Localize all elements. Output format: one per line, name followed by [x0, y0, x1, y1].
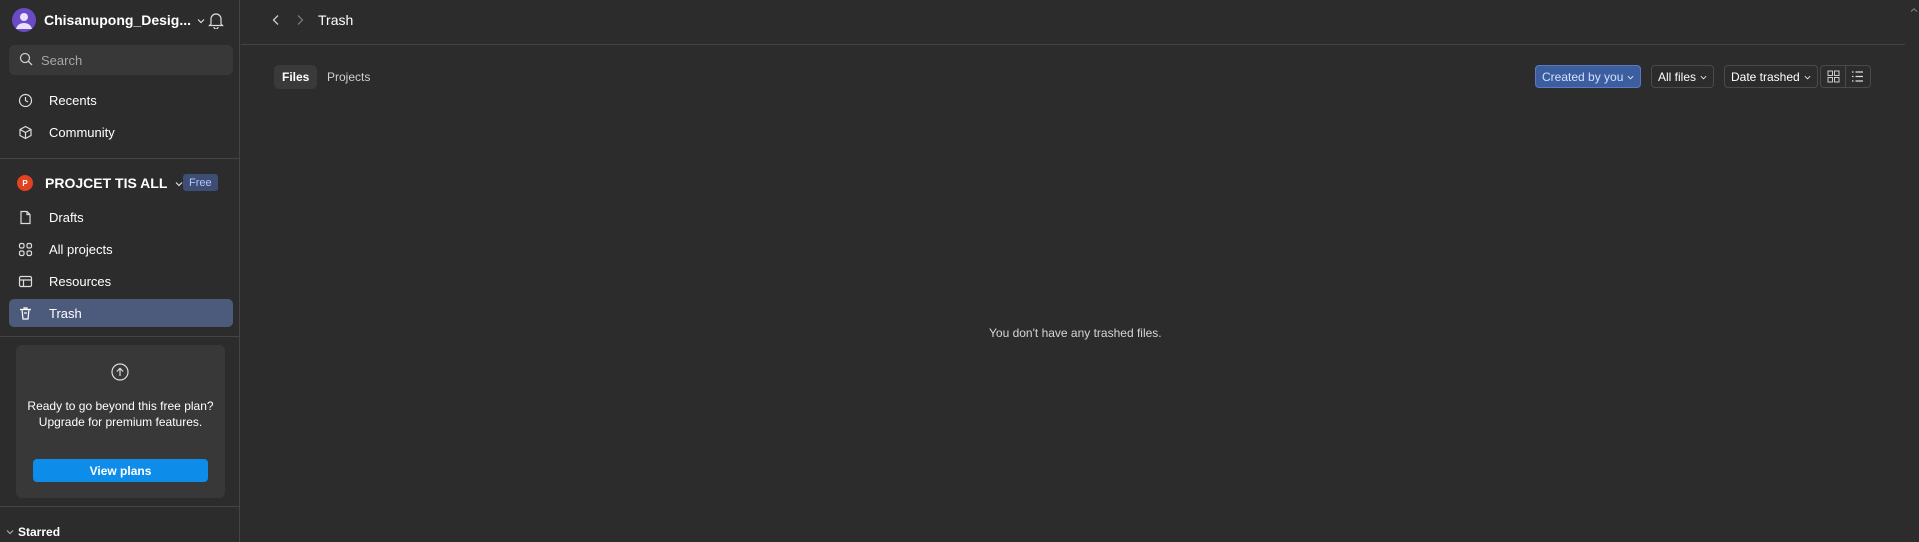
resources-icon [17, 273, 33, 289]
sort-dropdown[interactable]: Date trashed [1724, 65, 1818, 88]
window-corner-caret-icon [1909, 0, 1919, 12]
sidebar-item-label: Resources [49, 273, 112, 289]
file-type-filter-dropdown[interactable]: All files [1651, 65, 1715, 88]
trash-icon [17, 305, 33, 321]
team-name: PROJCET TIS ALL [45, 175, 168, 191]
tab-files[interactable]: Files [274, 65, 318, 89]
chevron-down-icon [1627, 70, 1634, 84]
sidebar: Chisanupong_Desig... Recents Community P… [0, 0, 240, 542]
upgrade-card: Ready to go beyond this free plan? Upgra… [16, 345, 225, 498]
sidebar-item-label: Community [49, 124, 115, 140]
sidebar-item-label: Recents [49, 92, 97, 108]
grid-view-icon[interactable] [1821, 66, 1845, 87]
upgrade-arrow-icon [111, 363, 129, 381]
sidebar-item-trash[interactable]: Trash [9, 299, 233, 327]
owner-filter-label: Created by you [1542, 69, 1624, 84]
team-badge: P [17, 175, 33, 191]
starred-label: Starred [18, 524, 61, 539]
sidebar-item-label: All projects [49, 241, 113, 257]
community-icon [17, 124, 33, 140]
chevron-down-icon [197, 13, 205, 28]
account-switcher[interactable]: Chisanupong_Desig... [12, 8, 205, 32]
divider [0, 336, 240, 337]
chevron-down-icon [6, 524, 14, 539]
sidebar-item-community[interactable]: Community [9, 118, 233, 146]
sort-label: Date trashed [1731, 69, 1800, 84]
sidebar-item-resources[interactable]: Resources [9, 267, 233, 295]
divider [0, 506, 240, 507]
sidebar-item-label: Trash [49, 305, 82, 321]
sidebar-item-drafts[interactable]: Drafts [9, 203, 233, 231]
search-icon [19, 52, 33, 69]
starred-section-toggle[interactable]: Starred [6, 524, 60, 539]
team-switcher[interactable]: P PROJCET TIS ALL [17, 174, 183, 192]
tab-projects[interactable]: Projects [319, 65, 378, 89]
account-name: Chisanupong_Desig... [44, 12, 192, 28]
bell-icon[interactable] [208, 11, 224, 30]
back-arrow-icon[interactable] [269, 13, 283, 27]
empty-state-message: You don't have any trashed files. [989, 326, 1162, 340]
list-view-icon[interactable] [1846, 66, 1870, 87]
page-title: Trash [318, 12, 354, 28]
clock-icon [17, 92, 33, 108]
divider [0, 158, 240, 159]
grid-icon [17, 241, 33, 257]
search-box[interactable] [9, 45, 233, 75]
search-input[interactable] [41, 52, 221, 68]
plan-badge: Free [183, 174, 218, 191]
chevron-down-icon [1804, 70, 1811, 84]
file-type-filter-label: All files [1658, 69, 1697, 84]
sidebar-item-recents[interactable]: Recents [9, 86, 233, 114]
upgrade-text: Ready to go beyond this free plan? Upgra… [27, 399, 214, 429]
file-icon [17, 209, 33, 225]
topbar: Trash [241, 0, 1905, 45]
chevron-down-icon [1700, 70, 1707, 84]
view-toggle [1820, 65, 1871, 88]
view-plans-button[interactable]: View plans [33, 459, 208, 482]
forward-arrow-icon[interactable] [293, 13, 307, 27]
avatar [12, 8, 36, 32]
sidebar-item-label: Drafts [49, 209, 84, 225]
owner-filter-dropdown[interactable]: Created by you [1535, 65, 1642, 88]
sidebar-item-all-projects[interactable]: All projects [9, 235, 233, 263]
